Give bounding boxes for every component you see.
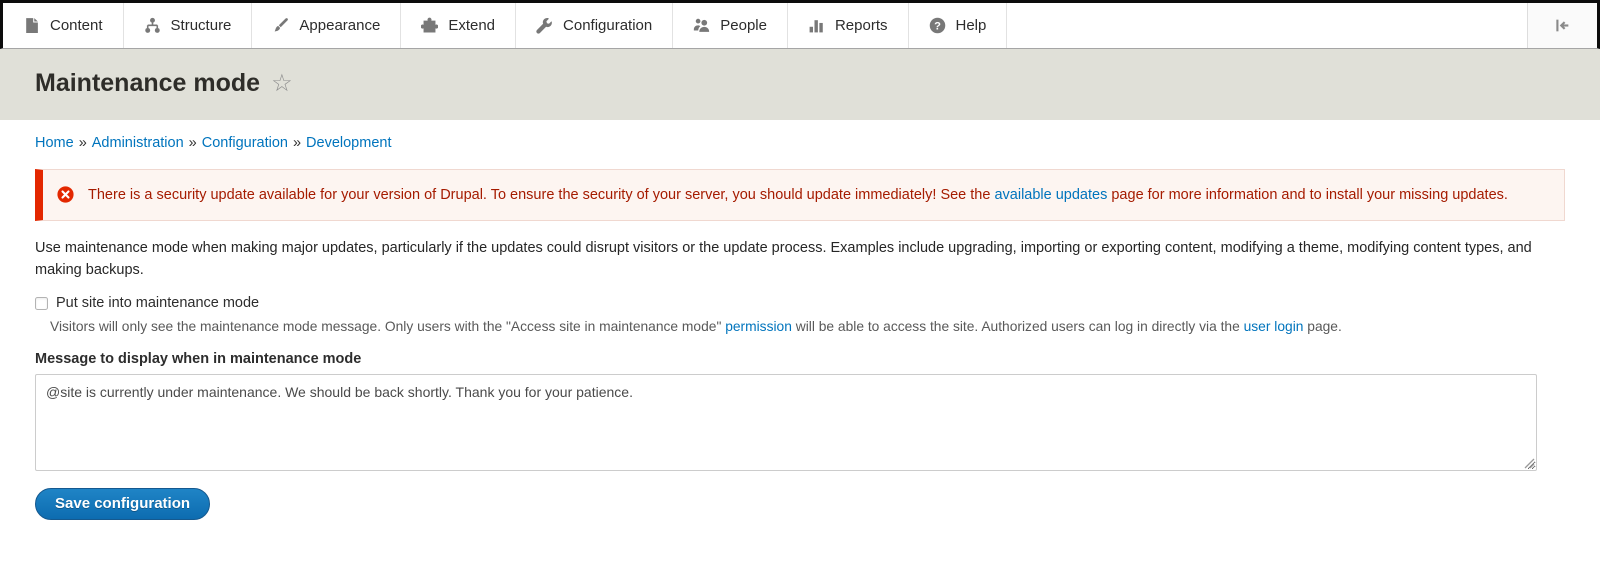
toolbar-orientation-toggle[interactable] bbox=[1527, 3, 1597, 48]
toolbar-item-label: Reports bbox=[835, 17, 888, 34]
toolbar-item-reports[interactable]: Reports bbox=[788, 3, 909, 48]
toolbar-item-people[interactable]: People bbox=[673, 3, 788, 48]
main-content: Home » Administration » Configuration » Develo… bbox=[0, 135, 1600, 520]
intro-text: Use maintenance mode when making major u… bbox=[35, 237, 1565, 281]
toolbar-item-label: Configuration bbox=[563, 17, 652, 34]
breadcrumb: Home » Administration » Configuration » Develo… bbox=[35, 135, 1565, 151]
toolbar-item-label: Help bbox=[956, 17, 987, 34]
description-text: will be able to access the site. Authori… bbox=[792, 319, 1244, 334]
toolbar-collapse-icon bbox=[1554, 17, 1571, 34]
description-text: Visitors will only see the maintenance m… bbox=[50, 319, 725, 334]
toolbar-spacer bbox=[1007, 3, 1527, 48]
paintbrush-icon bbox=[272, 17, 289, 34]
bar-chart-icon bbox=[808, 17, 825, 34]
checkbox-description: Visitors will only see the maintenance m… bbox=[50, 317, 1565, 336]
save-configuration-button[interactable]: Save configuration bbox=[35, 488, 210, 520]
breadcrumb-link-home[interactable]: Home bbox=[35, 135, 74, 151]
toolbar-item-label: Extend bbox=[448, 17, 495, 34]
message-field-label: Message to display when in maintenance m… bbox=[35, 351, 1565, 367]
favorite-star-icon[interactable]: ☆ bbox=[271, 72, 293, 96]
toolbar-item-label: Content bbox=[50, 17, 103, 34]
page-title: Maintenance mode bbox=[35, 69, 260, 98]
sitemap-icon bbox=[144, 17, 161, 34]
toolbar-item-help[interactable]: ? Help bbox=[909, 3, 1008, 48]
error-message: There is a security update available for… bbox=[35, 169, 1565, 221]
breadcrumb-separator: » bbox=[293, 135, 301, 151]
toolbar-item-label: Appearance bbox=[299, 17, 380, 34]
maintenance-mode-checkbox-row: Put site into maintenance mode bbox=[35, 295, 1565, 311]
breadcrumb-link-administration[interactable]: Administration bbox=[92, 135, 184, 151]
toolbar-item-content[interactable]: Content bbox=[3, 3, 124, 48]
toolbar-item-appearance[interactable]: Appearance bbox=[252, 3, 401, 48]
breadcrumb-separator: » bbox=[79, 135, 87, 151]
maintenance-mode-checkbox[interactable] bbox=[35, 297, 48, 310]
people-icon bbox=[693, 17, 710, 34]
message-textarea-wrap: @site is currently under maintenance. We… bbox=[35, 374, 1565, 471]
toolbar-item-label: Structure bbox=[171, 17, 232, 34]
permission-link[interactable]: permission bbox=[725, 319, 792, 334]
toolbar-item-configuration[interactable]: Configuration bbox=[516, 3, 673, 48]
toolbar-item-extend[interactable]: Extend bbox=[401, 3, 516, 48]
maintenance-mode-checkbox-label[interactable]: Put site into maintenance mode bbox=[56, 295, 259, 311]
toolbar-item-label: People bbox=[720, 17, 767, 34]
breadcrumb-separator: » bbox=[189, 135, 197, 151]
user-login-link[interactable]: user login bbox=[1244, 319, 1304, 334]
file-icon bbox=[23, 17, 40, 34]
svg-text:?: ? bbox=[934, 20, 941, 32]
admin-toolbar: Content Structure Appearance Extend Conf… bbox=[0, 3, 1600, 49]
error-text: There is a security update available for… bbox=[88, 187, 994, 203]
page-header: Maintenance mode ☆ bbox=[0, 49, 1600, 120]
error-icon bbox=[57, 186, 74, 203]
description-text: page. bbox=[1303, 319, 1341, 334]
maintenance-message-textarea[interactable]: @site is currently under maintenance. We… bbox=[35, 374, 1537, 471]
help-icon: ? bbox=[929, 17, 946, 34]
breadcrumb-link-configuration[interactable]: Configuration bbox=[202, 135, 288, 151]
puzzle-icon bbox=[421, 17, 438, 34]
wrench-icon bbox=[536, 17, 553, 34]
breadcrumb-link-development[interactable]: Development bbox=[306, 135, 391, 151]
error-text: page for more information and to install… bbox=[1107, 187, 1508, 203]
toolbar-item-structure[interactable]: Structure bbox=[124, 3, 253, 48]
available-updates-link[interactable]: available updates bbox=[994, 187, 1107, 203]
